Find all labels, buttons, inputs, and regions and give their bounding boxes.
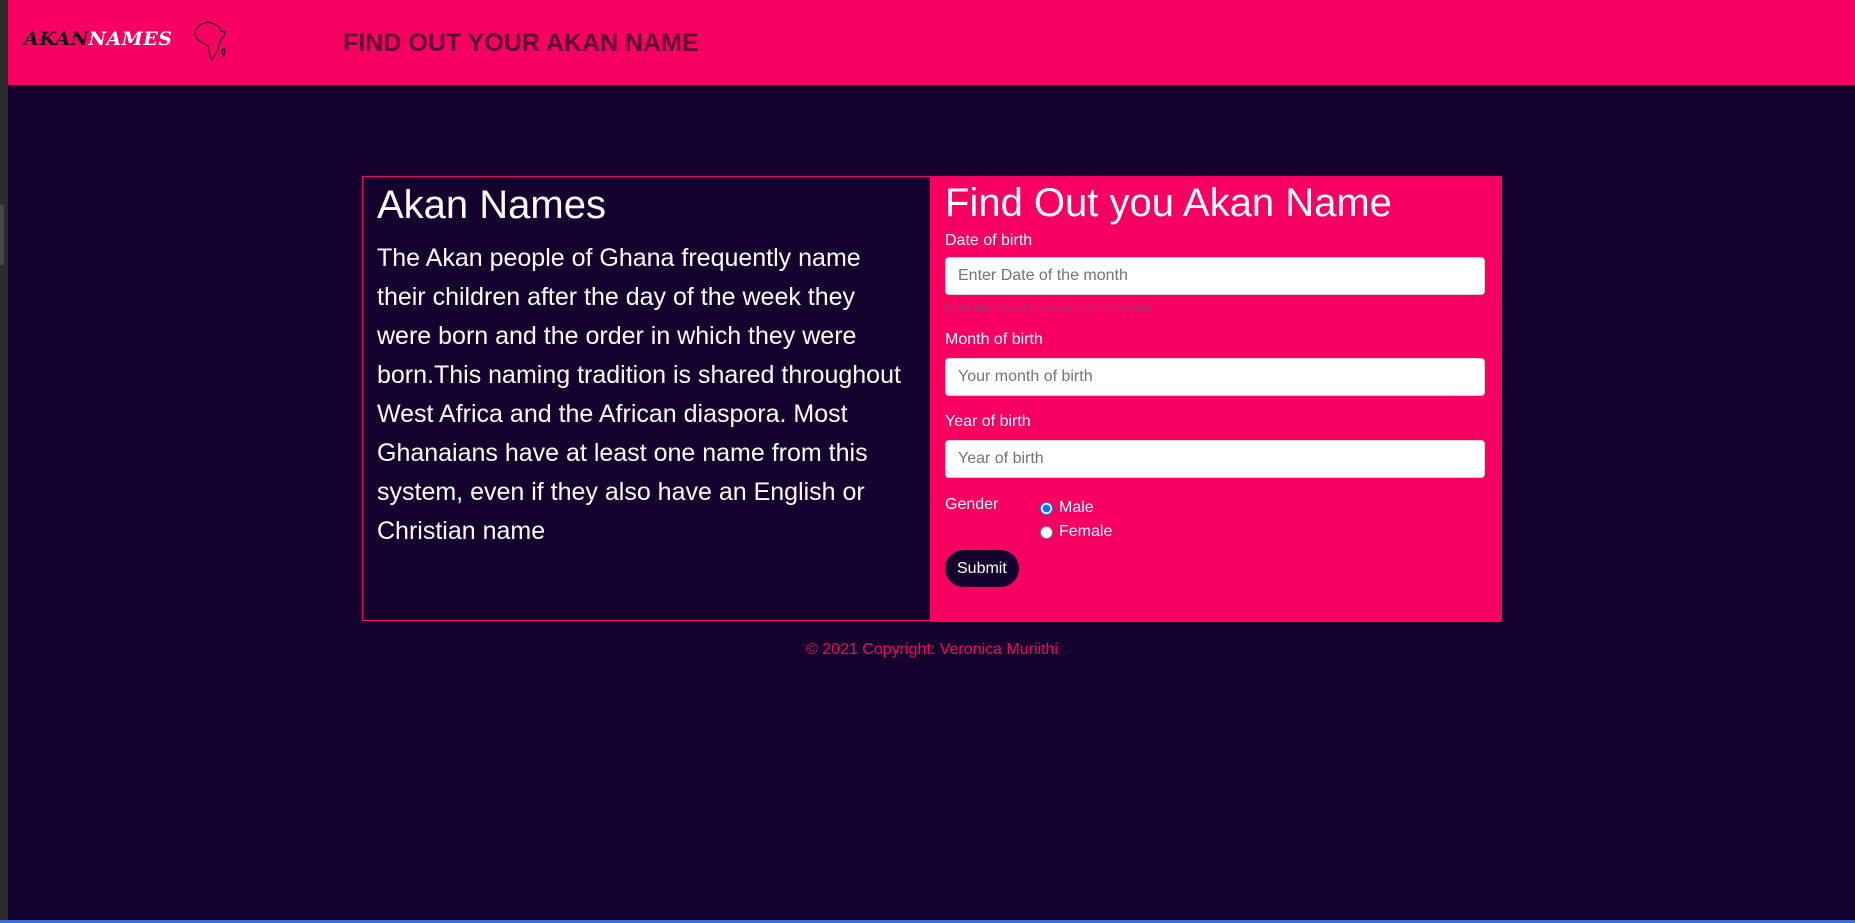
gender-label: Gender [945,496,999,513]
month-input[interactable] [945,358,1485,396]
info-panel: Akan Names The Akan people of Ghana freq… [362,176,930,621]
date-input[interactable] [945,257,1485,295]
footer-copyright: © 2021 Copyright: Veronica Muriithi [806,641,1058,658]
brand-names: NAMES [88,28,173,50]
month-label: Month of birth [945,331,1043,348]
gender-option-male[interactable]: Male [1040,496,1112,520]
form-heading: Find Out you Akan Name [945,181,1392,225]
year-input[interactable] [945,440,1485,478]
submit-button[interactable]: Submit [945,550,1019,587]
site-header: AKANNAMES FIND OUT YOUR AKAN NAME [8,0,1855,85]
gender-option-label: Male [1059,499,1094,516]
form-panel: Find Out you Akan Name Date of birth Ent… [930,176,1502,622]
gender-group: Gender Male Female [945,496,1487,546]
info-body: The Akan people of Ghana frequently name… [377,244,901,545]
info-heading: Akan Names [377,183,606,227]
akan-name-form: Date of birth Enter the date of the mont… [945,231,1487,587]
gender-radio-female[interactable] [1040,525,1053,539]
gender-option-female[interactable]: Female [1040,520,1112,544]
brand-akan: AKAN [24,28,89,50]
resize-handle[interactable] [0,205,4,265]
gender-radio-male[interactable] [1040,501,1053,515]
date-label: Date of birth [945,232,1033,249]
date-help-text: Enter the date of the month you were bor… [945,303,1152,315]
brand-logo-text[interactable]: AKANNAMES [24,28,172,50]
year-label: Year of birth [945,413,1031,430]
africa-outline-icon [194,21,226,61]
gender-option-label: Female [1059,523,1113,540]
gender-radio-group: Male Female [1040,496,1112,544]
window-left-gutter [0,0,8,923]
header-title: FIND OUT YOUR AKAN NAME [343,29,699,57]
